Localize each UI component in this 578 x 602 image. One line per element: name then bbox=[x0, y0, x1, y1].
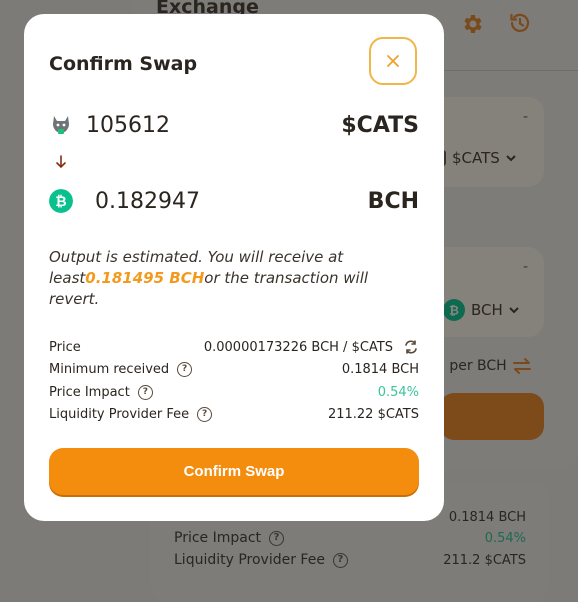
close-icon bbox=[387, 55, 399, 67]
lp-fee-row: Liquidity Provider Fee ? 211.22 $CATS bbox=[49, 404, 419, 424]
help-icon[interactable]: ? bbox=[332, 552, 348, 568]
svg-text:₿: ₿ bbox=[55, 194, 66, 210]
bg-price-impact-label: Price Impact bbox=[174, 530, 262, 546]
price-row: Price 0.00000173226 BCH / $CATS bbox=[49, 337, 419, 357]
bg-price-impact-value: 0.54% bbox=[484, 531, 526, 546]
minimum-output-highlight: 0.181495 BCH bbox=[85, 269, 205, 287]
history-icon[interactable] bbox=[508, 11, 532, 35]
chevron-down-icon bbox=[506, 154, 516, 161]
price-impact-row: Price Impact ? 0.54% bbox=[49, 382, 419, 402]
from-token-select[interactable]: $CATS bbox=[436, 149, 516, 167]
gear-icon[interactable] bbox=[460, 12, 484, 36]
bg-lp-fee-row: Liquidity Provider Fee ? bbox=[174, 552, 348, 568]
bch-token-icon: ₿ bbox=[443, 299, 465, 321]
from-token-symbol: $CATS bbox=[452, 149, 500, 167]
arrow-down-icon bbox=[56, 155, 66, 169]
swap-rate-icon[interactable] bbox=[512, 357, 532, 375]
price-impact-label: Price Impact bbox=[49, 384, 130, 400]
input-symbol: $CATS bbox=[341, 112, 419, 138]
to-balance: - bbox=[522, 259, 528, 275]
price-impact-value: 0.54% bbox=[377, 384, 419, 400]
output-symbol: BCH bbox=[367, 188, 419, 214]
min-received-row: Minimum received ? 0.1814 BCH bbox=[49, 359, 419, 379]
confirm-swap-modal: Confirm Swap 105612 $CATS ₿ 0.182947 BCH… bbox=[24, 14, 444, 521]
estimate-note: Output is estimated. You will receive at… bbox=[49, 247, 421, 310]
help-icon[interactable]: ? bbox=[177, 361, 193, 377]
bch-token-icon: ₿ bbox=[49, 189, 73, 213]
bg-price-impact-row: Price Impact ? bbox=[174, 530, 285, 546]
to-token-symbol: BCH bbox=[471, 301, 503, 319]
input-amount-row: 105612 $CATS bbox=[49, 109, 419, 141]
help-icon[interactable]: ? bbox=[269, 530, 285, 546]
lp-fee-value: 211.22 $CATS bbox=[327, 406, 419, 422]
price-label: Price bbox=[49, 339, 81, 355]
help-icon[interactable]: ? bbox=[137, 384, 153, 400]
min-received-label: Minimum received bbox=[49, 361, 170, 377]
modal-title: Confirm Swap bbox=[49, 53, 198, 75]
min-received-value: 0.1814 BCH bbox=[341, 361, 419, 377]
bg-lp-fee-value: 211.2 $CATS bbox=[443, 553, 526, 568]
output-amount-row: ₿ 0.182947 BCH bbox=[49, 185, 419, 217]
price-value: 0.00000173226 BCH / $CATS bbox=[203, 339, 393, 355]
cats-token-icon bbox=[53, 116, 69, 134]
swap-button-bg[interactable] bbox=[440, 393, 544, 440]
bg-lp-fee-label: Liquidity Provider Fee bbox=[174, 552, 325, 568]
lp-fee-label: Liquidity Provider Fee bbox=[49, 406, 190, 422]
rate-text: S per BCH bbox=[436, 358, 507, 374]
output-amount: 0.182947 bbox=[95, 188, 200, 214]
to-token-select[interactable]: ₿ BCH bbox=[443, 299, 519, 321]
from-balance: - bbox=[522, 109, 528, 125]
bg-min-received-value: 0.1814 BCH bbox=[448, 510, 526, 525]
help-icon[interactable]: ? bbox=[197, 406, 213, 422]
close-button[interactable] bbox=[369, 37, 417, 85]
confirm-swap-button[interactable]: Confirm Swap bbox=[49, 448, 419, 495]
invert-price-icon[interactable] bbox=[403, 340, 419, 354]
input-amount: 105612 bbox=[86, 112, 170, 138]
chevron-down-icon bbox=[509, 306, 519, 313]
svg-text:₿: ₿ bbox=[449, 304, 459, 318]
